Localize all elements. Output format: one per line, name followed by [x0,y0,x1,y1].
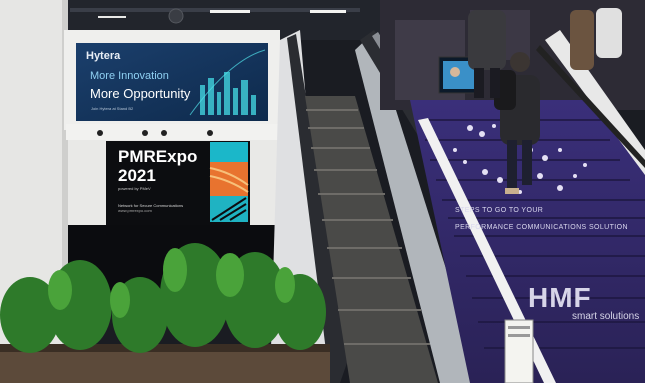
planter-soil [0,344,330,352]
monitor-face [450,67,460,77]
banner-brand: Hytera [86,50,121,62]
planter-box [0,350,330,383]
expo-url: www.pmrexpo.com [118,208,152,213]
wall-hole [142,130,148,136]
stair-text-2: PERFORMANCE COMMUNICATIONS SOLUTION [455,224,628,231]
ceiling-speaker [168,8,184,24]
stair-logo: HMF [528,282,592,313]
banner-line3: Join Hytera at Stand B2 [91,106,134,111]
wall-hole [97,130,103,136]
info-sign [504,319,534,383]
info-sign-line [508,326,530,329]
stair-text-1: STEPS TO GO TO YOUR [455,207,544,214]
ceiling-light [98,16,126,18]
pmrexpo-pattern [209,142,249,222]
banner-line1: More Innovation [90,70,169,82]
info-sign-line [508,334,530,337]
expo-year: 2021 [118,166,156,185]
ceiling-light [210,10,250,13]
banner-line2: More Opportunity [90,86,191,101]
wall-hole [207,130,213,136]
expo-powered: powered by PMeV [118,186,151,191]
wall-hole [161,130,167,136]
ceiling-light [310,10,346,13]
expo-title: PMRExpo [118,147,198,166]
stair-tagline: smart solutions [572,311,640,322]
photo-scene: Hytera More Innovation More Opportunity … [0,0,645,383]
